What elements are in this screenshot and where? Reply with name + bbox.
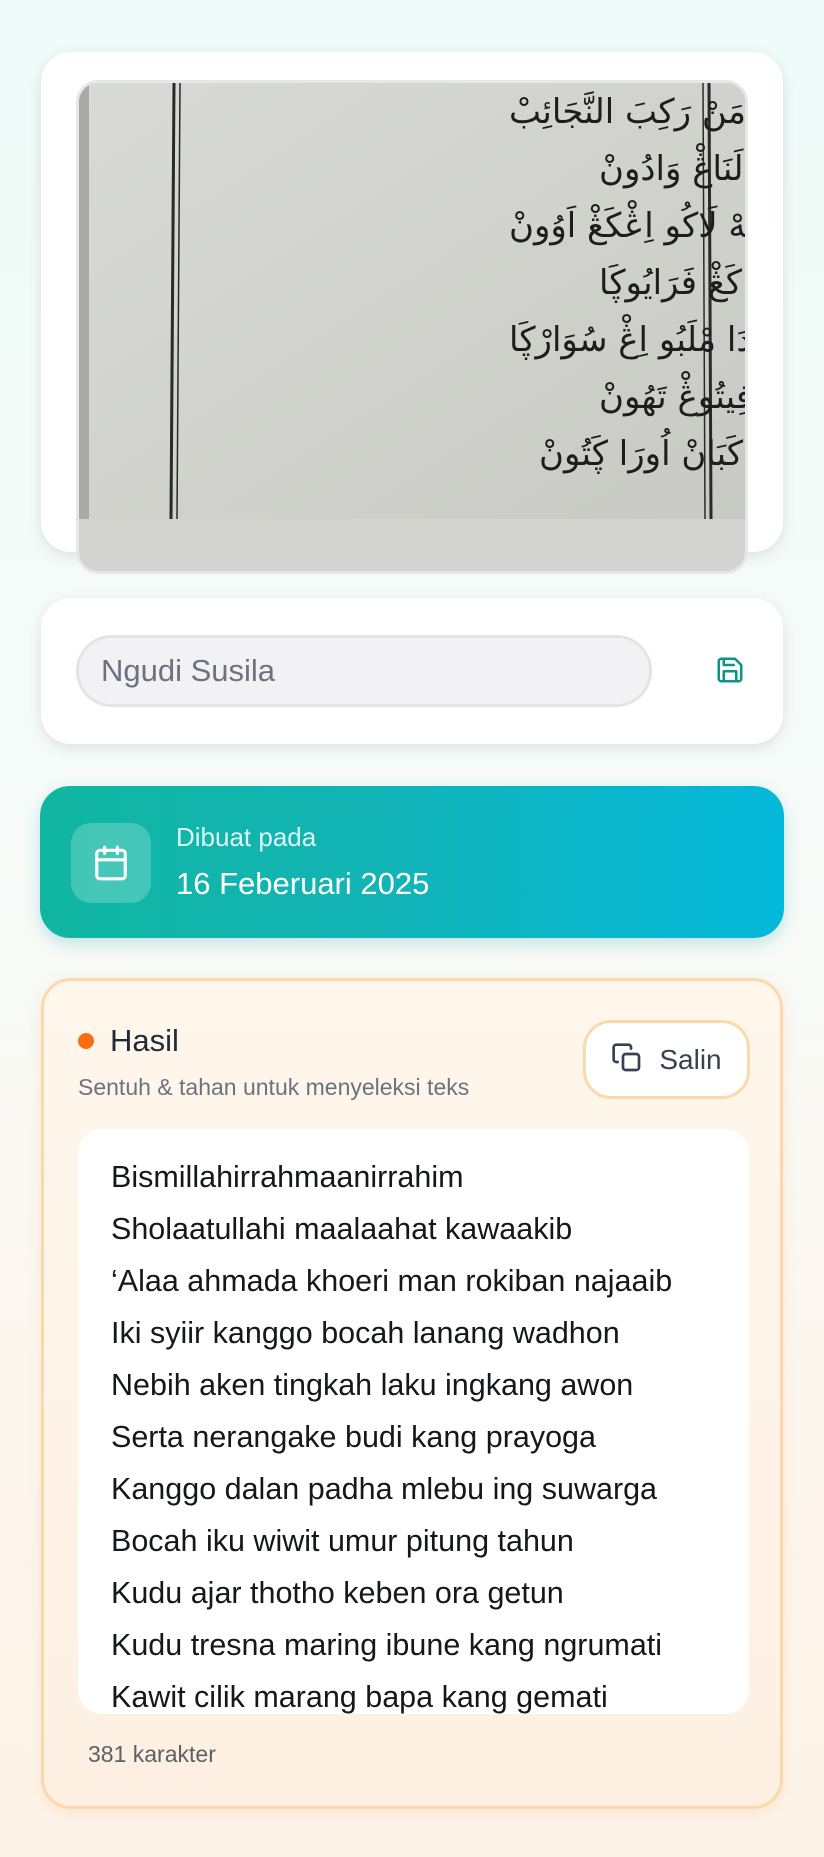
arabic-text-line: نَبِيهْ اَكَي تِڠْكَهْ لَاكُو اِڠْكَڠْ ا… [509,199,745,248]
result-line: Kudu ajar thotho keben ora getun [111,1576,564,1610]
arabic-text-line: كُودُو اَجَارْ طُوطَا كَبَانْ اُورَا ڮَت… [539,428,745,474]
result-title: Hasil [110,1023,179,1058]
result-line: Iki syiir kanggo bocah lanang wadhon [111,1316,620,1350]
copy-button[interactable]: Salin [583,1020,750,1099]
result-line: Serta nerangake budi kang prayoga [111,1420,596,1454]
status-dot [78,1033,94,1049]
character-count: 381 karakter [88,1741,216,1767]
result-line: Bocah iku wiwit umur pitung tahun [111,1524,574,1558]
result-card: Hasil Sentuh & tahan untuk menyeleksi te… [41,978,783,1809]
created-date-banner: Dibuat pada 16 Feberuari 2025 [40,786,784,938]
result-text[interactable]: Bismillahirrahmaanirrahim Sholaatullahi … [78,1129,749,1714]
arabic-text-line: عَلٰى اَحْمَدَ خَيْرِ مَنْ رَكِبَ النَّج… [509,86,745,137]
result-line: Kawit cilik marang bapa kang gemati [111,1680,608,1714]
result-line: ‘Alaa ahmada khoeri man rokiban najaaib [111,1264,673,1298]
arabic-text-line: سَرْطَا نَرَاڠَاكَي بُودِي كَڠْ فَرَايُو… [599,260,745,303]
arabic-text-line: كَڠْڮُو دَالَانْ فَدَا مْلَبُو اِڠْ سُوَ… [509,313,745,360]
created-label: Dibuat pada [176,822,317,852]
save-button[interactable] [703,644,757,698]
copy-icon [611,1042,643,1077]
arabic-text-line: اِيكِي شِعِرْ كَڠْڮُو بُوچَهْ لَنَاڠْ وَ… [599,142,745,189]
calendar-icon [71,823,151,903]
title-input[interactable] [76,635,652,707]
created-date: 16 Feberuari 2025 [176,866,430,901]
result-hint: Sentuh & tahan untuk menyeleksi teks [78,1074,470,1100]
image-card: عَلٰى اَحْمَدَ خَيْرِ مَنْ رَكِبَ النَّج… [41,52,783,574]
arabic-text-line: بُوچَهْ اِيكُو وِيوِيتْ عُمُرْ فِيتُوڠْ … [599,370,745,422]
result-line: Kanggo dalan padha mlebu ing suwarga [111,1472,658,1506]
title-card [41,598,783,744]
result-line: Nebih aken tingkah laku ingkang awon [111,1368,634,1402]
copy-label: Salin [659,1043,722,1075]
result-line: Sholaatullahi maalaahat kawaakib [111,1212,573,1246]
result-line: Bismillahirrahmaanirrahim [111,1160,464,1194]
save-icon [715,655,745,688]
result-line: Kudu tresna maring ibune kang ngrumati [111,1628,663,1662]
scanned-page-image[interactable]: عَلٰى اَحْمَدَ خَيْرِ مَنْ رَكِبَ النَّج… [76,80,748,574]
